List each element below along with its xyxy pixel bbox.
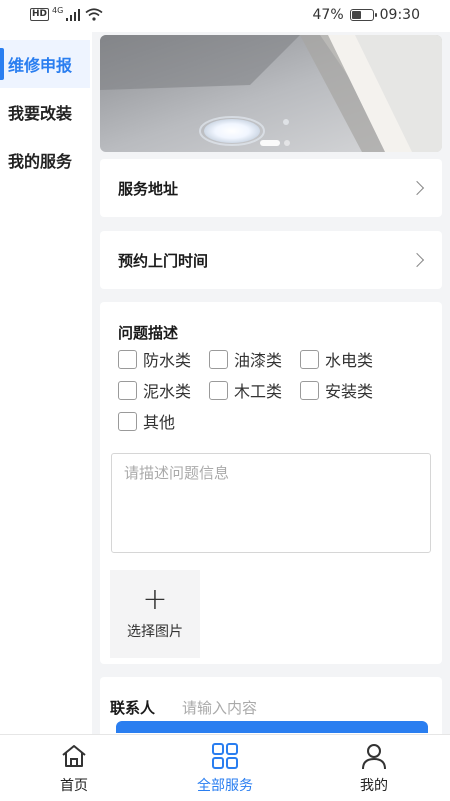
checkbox-paint[interactable]: 油漆类: [209, 348, 282, 370]
checkbox-box[interactable]: [118, 349, 137, 369]
contact-card: 联系人 请输入内容: [100, 677, 442, 734]
main-content: 服务地址 预约上门时间 问题描述 防水类 油漆类 水电类 泥水类 木工类 安装类…: [92, 32, 450, 734]
battery-fill: [351, 11, 361, 19]
signal-icon: [66, 8, 81, 21]
select-image-button[interactable]: + 选择图片: [110, 570, 200, 658]
checkbox-label: 油漆类: [234, 351, 283, 370]
status-bar: HD 4G 47% 09:30: [0, 0, 450, 32]
checkbox-other[interactable]: 其他: [118, 410, 175, 432]
tab-all-services-label: 全部服务: [197, 778, 253, 794]
checkbox-box[interactable]: [209, 380, 228, 400]
tab-all-services[interactable]: 全部服务: [165, 741, 285, 801]
home-icon: [62, 745, 86, 767]
checkbox-plumbing-electric[interactable]: 水电类: [300, 348, 373, 370]
status-left: HD 4G: [30, 6, 103, 21]
issue-title: 问题描述: [118, 324, 179, 342]
checkbox-label: 泥水类: [143, 382, 192, 401]
carousel-dot[interactable]: [260, 140, 280, 146]
sidebar-item-renovation[interactable]: 我要改装: [0, 88, 90, 136]
contact-input[interactable]: 请输入内容: [182, 697, 257, 718]
battery-icon: [349, 9, 377, 21]
chevron-right-icon: [409, 252, 425, 268]
issue-description-placeholder: 请描述问题信息: [124, 464, 230, 482]
sidebar-item-label: 维修申报: [8, 56, 73, 75]
checkbox-box[interactable]: [118, 380, 137, 400]
checkbox-waterproof[interactable]: 防水类: [118, 348, 191, 370]
wifi-icon: [85, 8, 103, 21]
contact-label: 联系人: [110, 699, 156, 717]
sidebar: 维修申报 我要改装 我的服务: [0, 32, 90, 734]
tab-mine-label: 我的: [360, 778, 388, 794]
appointment-time-label: 预约上门时间: [118, 251, 209, 270]
sidebar-item-my-services[interactable]: 我的服务: [0, 136, 90, 184]
hd-icon: HD: [30, 8, 50, 21]
service-address-label: 服务地址: [118, 179, 179, 198]
grid-icon: [212, 743, 238, 769]
user-icon: [362, 744, 386, 770]
battery-percent: 47%: [312, 7, 344, 23]
checkbox-box[interactable]: [118, 411, 137, 431]
banner-carousel[interactable]: [100, 35, 442, 152]
carousel-dot[interactable]: [284, 140, 290, 146]
plus-icon: +: [142, 582, 168, 617]
checkbox-label: 水电类: [325, 351, 374, 370]
submit-button[interactable]: [116, 721, 428, 733]
banner-image: [100, 35, 442, 152]
appointment-time-row[interactable]: 预约上门时间: [100, 231, 442, 289]
checkbox-box[interactable]: [209, 349, 228, 369]
checkbox-box[interactable]: [300, 349, 319, 369]
checkbox-installation[interactable]: 安装类: [300, 379, 373, 401]
sidebar-item-label: 我的服务: [8, 152, 73, 171]
tab-mine[interactable]: 我的: [314, 741, 434, 801]
carousel-dots: [260, 140, 290, 146]
network-type: 4G: [52, 6, 64, 15]
checkbox-label: 安装类: [325, 382, 374, 401]
sidebar-item-label: 我要改装: [8, 104, 73, 123]
checkbox-label: 木工类: [234, 382, 283, 401]
checkbox-carpentry[interactable]: 木工类: [209, 379, 282, 401]
service-address-row[interactable]: 服务地址: [100, 159, 442, 217]
sidebar-item-repair[interactable]: 维修申报: [0, 40, 90, 88]
checkbox-masonry[interactable]: 泥水类: [118, 379, 191, 401]
tab-home[interactable]: 首页: [14, 741, 134, 801]
select-image-label: 选择图片: [127, 624, 183, 640]
bottom-tab-bar: 首页 全部服务 我的: [0, 734, 450, 800]
checkbox-label: 防水类: [143, 351, 192, 370]
tab-home-label: 首页: [60, 778, 88, 794]
checkbox-label: 其他: [143, 413, 176, 432]
issue-description-input[interactable]: 请描述问题信息: [111, 453, 431, 553]
chevron-right-icon: [409, 180, 425, 196]
status-right: 47% 09:30: [313, 7, 420, 23]
clock: 09:30: [379, 7, 420, 23]
checkbox-box[interactable]: [300, 380, 319, 400]
issue-card: 问题描述 防水类 油漆类 水电类 泥水类 木工类 安装类 其他 请描述问题信息 …: [100, 302, 442, 664]
